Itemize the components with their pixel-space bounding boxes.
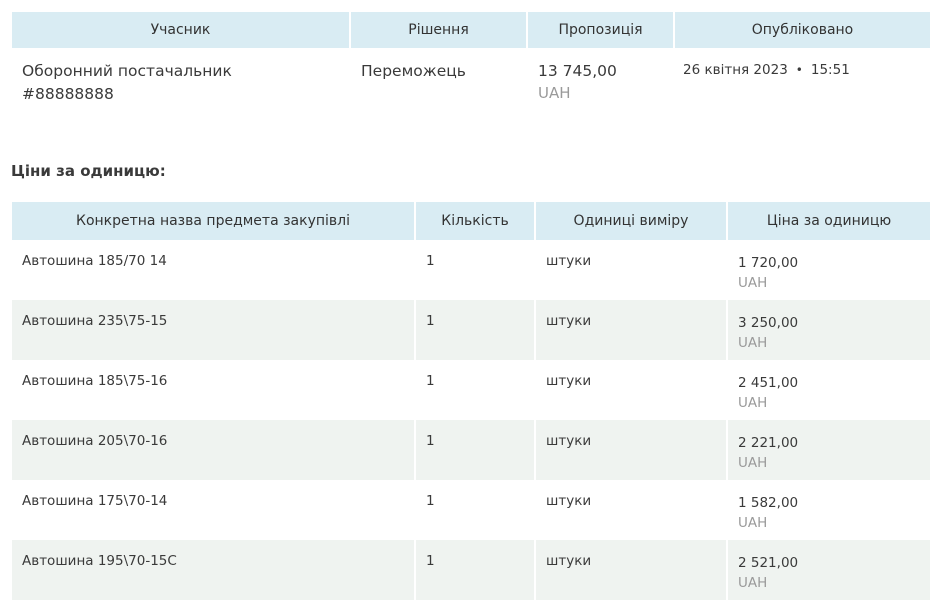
header-decision: Рішення [351, 12, 526, 48]
decision-value: Переможець [361, 62, 466, 80]
published-time: 15:51 [810, 62, 850, 78]
item-currency: UAH [738, 455, 768, 471]
item-price: 2 451,00 [738, 375, 799, 391]
item-qty: 1 [416, 540, 534, 600]
item-price: 1 582,00 [738, 495, 799, 511]
header-published: Опубліковано [675, 12, 930, 48]
unit-prices-title: Ціни за одиницю: [11, 162, 166, 180]
participant-id: #88888888 [22, 85, 114, 103]
item-name: Автошина 175\70-14 [22, 493, 168, 509]
item-price-cell: 1 720,00 UAH [728, 240, 930, 300]
item-qty: 1 [426, 253, 435, 269]
header-item-name: Конкретна назва предмета закупівлі [12, 202, 414, 240]
item-price-cell: 3 250,00 UAH [728, 300, 930, 360]
unit-table-header: Конкретна назва предмета закупівлі Кільк… [12, 202, 930, 240]
item-name: Автошина 235\75-15 [12, 300, 414, 360]
published-datetime: 26 квітня 2023 • 15:51 [675, 60, 930, 80]
item-price: 2 521,00 [738, 555, 799, 571]
published-cell: 26 квітня 2023 • 15:51 [675, 48, 930, 136]
table-row: Автошина 205\70-16 1 штуки 2 221,00 UAH [12, 420, 930, 480]
item-price-cell: 2 221,00 UAH [728, 420, 930, 480]
header-participant: Учасник [12, 12, 349, 48]
offer-cell: 13 745,00 UAH [528, 48, 673, 136]
item-currency: UAH [738, 335, 768, 351]
item-unit: штуки [536, 300, 726, 360]
item-unit: штуки [546, 373, 592, 389]
unit-prices-table: Конкретна назва предмета закупівлі Кільк… [10, 202, 932, 600]
item-qty: 1 [426, 493, 435, 509]
offer-amount: 13 745,00 [538, 62, 617, 80]
offer-currency: UAH [538, 84, 571, 102]
participant-cell: Оборонний постачальник #88888888 [12, 48, 349, 136]
item-currency: UAH [738, 575, 768, 591]
item-unit: штуки [536, 540, 726, 600]
header-quantity: Кількість [416, 202, 534, 240]
table-row: Автошина 185\75-16 1 штуки 2 451,00 UAH [12, 360, 930, 420]
item-name: Автошина 205\70-16 [12, 420, 414, 480]
item-name: Автошина 195\70-15С [12, 540, 414, 600]
item-unit: штуки [546, 253, 592, 269]
table-row: Автошина 175\70-14 1 штуки 1 582,00 UAH [12, 480, 930, 540]
item-qty: 1 [416, 420, 534, 480]
header-unit: Одиниці виміру [536, 202, 726, 240]
item-qty: 1 [426, 373, 435, 389]
item-currency: UAH [738, 515, 768, 531]
item-price: 3 250,00 [738, 315, 799, 331]
published-date: 26 квітня 2023 [683, 62, 788, 78]
item-price: 1 720,00 [738, 255, 799, 271]
table-row: Автошина 195\70-15С 1 штуки 2 521,00 UAH [12, 540, 930, 600]
header-offer: Пропозиція [528, 12, 673, 48]
published-separator: • [795, 63, 803, 77]
item-unit: штуки [546, 493, 592, 509]
table-row: Автошина 235\75-15 1 штуки 3 250,00 UAH [12, 300, 930, 360]
item-unit: штуки [536, 420, 726, 480]
bid-table: Учасник Рішення Пропозиція Опубліковано … [10, 12, 932, 136]
participant-name: Оборонний постачальник [22, 62, 232, 80]
item-currency: UAH [738, 275, 768, 291]
item-qty: 1 [416, 300, 534, 360]
table-row: Автошина 185/70 14 1 штуки 1 720,00 UAH [12, 240, 930, 300]
item-name: Автошина 185\75-16 [22, 373, 168, 389]
decision-cell: Переможець [351, 48, 526, 136]
bid-table-header: Учасник Рішення Пропозиція Опубліковано [12, 12, 930, 48]
item-currency: UAH [738, 395, 768, 411]
item-price: 2 221,00 [738, 435, 799, 451]
bid-row: Оборонний постачальник #88888888 Перемож… [12, 48, 930, 136]
item-price-cell: 2 521,00 UAH [728, 540, 930, 600]
item-name: Автошина 185/70 14 [22, 253, 167, 269]
item-price-cell: 1 582,00 UAH [728, 480, 930, 540]
header-unit-price: Ціна за одиницю [728, 202, 930, 240]
item-price-cell: 2 451,00 UAH [728, 360, 930, 420]
